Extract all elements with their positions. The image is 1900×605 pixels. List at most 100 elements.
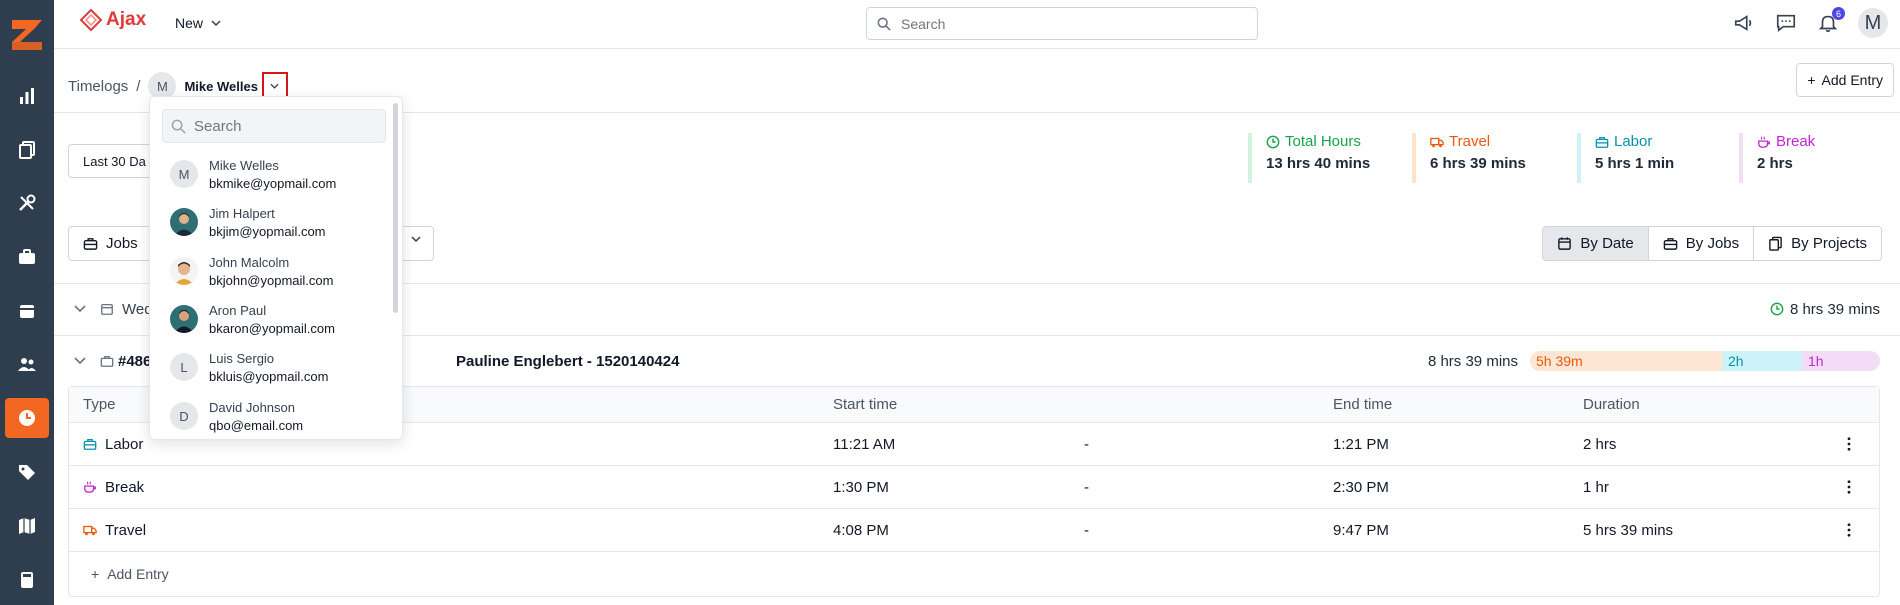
user-option-name: Mike Welles: [209, 157, 279, 173]
dropdown-scrollbar[interactable]: [393, 103, 398, 313]
type-cell: Travel: [83, 509, 146, 551]
sidebar-item-timelogs[interactable]: [5, 398, 49, 438]
user-option-name: Luis Sergio: [209, 350, 275, 366]
user-option-email: bkmike@yopmail.com: [209, 175, 337, 191]
week-group-total-value: 8 hrs 39 mins: [1789, 300, 1880, 318]
type-cell: Break: [83, 466, 144, 508]
type-label: Break: [105, 478, 145, 496]
breadcrumb-user-name[interactable]: Mike Welles: [184, 79, 257, 94]
messages-icon[interactable]: [1774, 11, 1798, 35]
chevron-down-icon[interactable]: [74, 305, 86, 313]
user-option[interactable]: John Malcolm bkjohn@yopmail.com: [170, 249, 333, 293]
tab-by-projects[interactable]: By Projects: [1754, 227, 1881, 260]
toolbox-icon: [1595, 136, 1609, 148]
time-distribution-bar: 5h 39m 2h 1h: [1530, 351, 1880, 371]
stat-labor: Labor 5 hrs 1 min: [1577, 133, 1674, 183]
truck-icon: [1430, 137, 1444, 147]
view-mode-tabs: By Date By Jobs By Projects: [1542, 226, 1882, 261]
stat-total-hours-value: 13 hrs 40 mins: [1266, 155, 1371, 172]
row-menu-icon[interactable]: [1847, 423, 1851, 465]
stat-travel-value: 6 hrs 39 mins: [1430, 155, 1526, 172]
add-entry-label: Add Entry: [1821, 72, 1883, 88]
user-option-email: bkaron@yopmail.com: [209, 320, 335, 336]
stat-break: Break 2 hrs: [1739, 133, 1815, 183]
breadcrumb-timelogs[interactable]: Timelogs: [68, 78, 128, 95]
chevron-down-icon[interactable]: [74, 357, 86, 365]
stat-labor-value: 5 hrs 1 min: [1595, 155, 1675, 172]
search-icon: [171, 119, 186, 134]
user-search-input[interactable]: [194, 117, 374, 135]
clock-icon: [1770, 302, 1784, 316]
type-cell: Labor: [83, 423, 143, 465]
breadcrumb-separator: /: [136, 77, 141, 95]
user-select-dropdown: M Mike Welles bkmike@yopmail.com Jim Hal…: [149, 96, 403, 440]
sidebar-item-jobs[interactable]: [5, 237, 49, 277]
map-icon: [19, 518, 35, 534]
tab-by-date[interactable]: By Date: [1543, 227, 1649, 260]
stat-travel: Travel 6 hrs 39 mins: [1412, 133, 1526, 183]
tab-by-jobs[interactable]: By Jobs: [1649, 227, 1755, 260]
user-avatar[interactable]: M: [1858, 8, 1888, 38]
row-menu-icon[interactable]: [1847, 509, 1851, 551]
end-time-cell: 2:30 PM: [1333, 478, 1389, 496]
user-avatar: L: [170, 353, 198, 381]
sidebar-item-map[interactable]: [5, 506, 49, 546]
sidebar-item-calendar[interactable]: [5, 291, 49, 331]
user-option[interactable]: Jim Halpert bkjim@yopmail.com: [170, 200, 326, 244]
calendar-icon: [20, 305, 34, 318]
user-photo: [170, 257, 198, 285]
search-icon: [877, 17, 891, 31]
sidebar-item-documents[interactable]: [5, 130, 49, 170]
user-option-name: Aron Paul: [209, 302, 267, 318]
sidebar-item-tools[interactable]: [5, 183, 49, 223]
sidebar-item-users[interactable]: [5, 344, 49, 384]
table-row[interactable]: Travel 4:08 PM - 9:47 PM 5 hrs 39 mins: [69, 509, 1879, 552]
chevron-down-icon: [211, 20, 221, 26]
clock-icon: [1266, 135, 1280, 148]
toolbox-icon: [83, 238, 98, 250]
user-option-name: David Johnson: [209, 399, 295, 415]
tag-icon: [19, 465, 35, 480]
sidebar-item-reports[interactable]: [5, 76, 49, 116]
user-option[interactable]: D David Johnson qbo@email.com: [170, 394, 303, 438]
labor-segment: 2h: [1722, 351, 1802, 371]
toolbox-icon: [1663, 238, 1678, 250]
column-header-start-time: Start time: [833, 396, 898, 413]
plus-icon: +: [91, 566, 100, 582]
add-entry-row[interactable]: + Add Entry: [69, 552, 1879, 596]
user-search-field[interactable]: [162, 109, 386, 143]
user-photo: [170, 208, 198, 236]
global-search[interactable]: [866, 7, 1258, 40]
chevron-down-icon: [411, 236, 421, 242]
table-row[interactable]: Break 1:30 PM - 2:30 PM 1 hr: [69, 466, 1879, 509]
user-option-email: bkluis@yopmail.com: [209, 368, 329, 384]
user-option-name: John Malcolm: [209, 254, 290, 270]
notifications-icon[interactable]: 6: [1816, 7, 1845, 35]
stat-labor-label: Labor: [1614, 133, 1653, 150]
announcements-icon[interactable]: [1732, 11, 1756, 35]
top-actions: 6 M: [1732, 7, 1888, 38]
chevron-down-icon: [270, 83, 280, 89]
app-logo-icon[interactable]: [4, 12, 50, 58]
global-search-input[interactable]: [901, 15, 1241, 32]
new-label: New: [175, 15, 204, 31]
notification-count-badge: 6: [1832, 7, 1845, 20]
user-option[interactable]: L Luis Sergio bkluis@yopmail.com: [170, 345, 328, 389]
sidebar: [0, 0, 54, 605]
brand-logo[interactable]: Ajax: [80, 9, 146, 31]
sidebar-item-calculator[interactable]: [5, 560, 49, 600]
column-header-end-time: End time: [1333, 396, 1393, 413]
new-menu-button[interactable]: New: [175, 15, 221, 31]
row-menu-icon[interactable]: [1847, 466, 1851, 508]
end-time-cell: 9:47 PM: [1333, 521, 1389, 539]
job-group-title[interactable]: #486: [118, 353, 151, 370]
add-entry-button[interactable]: + Add Entry: [1796, 63, 1894, 97]
user-option[interactable]: Aron Paul bkaron@yopmail.com: [170, 297, 335, 341]
user-option[interactable]: M Mike Welles bkmike@yopmail.com: [170, 152, 336, 196]
sidebar-item-tags[interactable]: [5, 452, 49, 492]
clock-icon: [19, 410, 35, 426]
documents-icon: [19, 141, 35, 159]
week-group-title: Wed: [122, 300, 153, 318]
users-icon: [18, 358, 36, 371]
add-entry-row-button[interactable]: + Add Entry: [91, 552, 169, 596]
